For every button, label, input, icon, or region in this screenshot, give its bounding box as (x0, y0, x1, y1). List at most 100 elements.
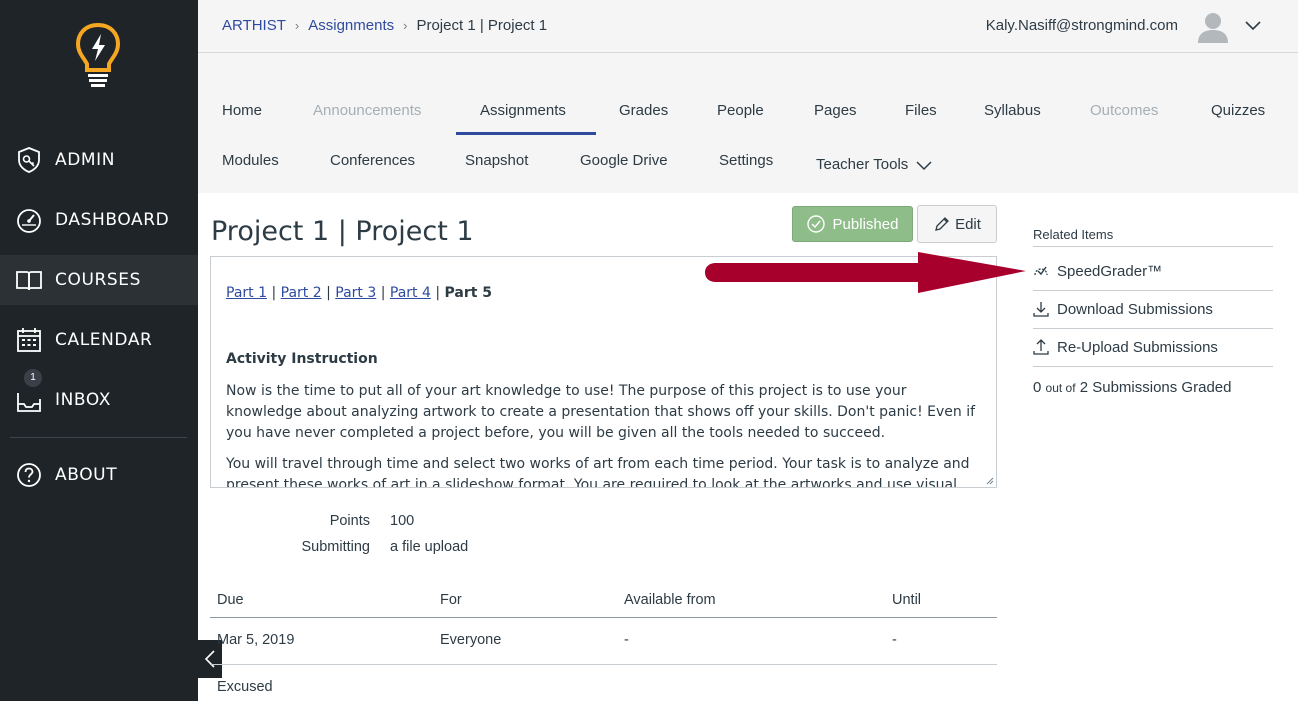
submitting-label: Submitting (301, 539, 370, 555)
tab-teacher-tools[interactable]: Teacher Tools (816, 156, 932, 173)
part-link-3[interactable]: Part 3 (335, 285, 376, 301)
tab-people[interactable]: People (717, 102, 764, 119)
user-avatar-icon[interactable] (1196, 9, 1230, 43)
speedgrader-icon (1034, 266, 1048, 276)
points-value: 100 (390, 513, 415, 529)
graded-summary: 0 out of 2 Submissions Graded (1033, 379, 1231, 396)
check-circle-icon (806, 215, 825, 233)
excused-cell: Excused (217, 679, 273, 695)
nav-item-admin[interactable]: ADMIN (0, 135, 198, 185)
dates-header-until: Until (892, 592, 922, 608)
pencil-icon (935, 217, 949, 231)
active-tab-indicator (456, 132, 596, 135)
tab-outcomes[interactable]: Outcomes (1090, 102, 1158, 119)
nav-label-dashboard: DASHBOARD (55, 210, 170, 230)
course-nav: Home Announcements Assignments Grades Pe… (198, 53, 1298, 193)
lightbulb-logo-icon[interactable] (74, 22, 122, 92)
nav-divider (10, 437, 187, 438)
tab-announcements[interactable]: Announcements (313, 102, 421, 119)
calendar-icon (17, 328, 41, 352)
separator: | (326, 285, 331, 301)
tab-quizzes[interactable]: Quizzes (1211, 102, 1265, 119)
inbox-icon (17, 393, 41, 412)
breadcrumb-chevron-icon: › (403, 18, 408, 33)
page-title: Project 1 | Project 1 (211, 216, 474, 247)
user-email[interactable]: Kaly.Nasiff@strongmind.com (986, 17, 1178, 34)
points-label: Points (329, 513, 370, 529)
nav-item-inbox[interactable]: 1 INBOX (0, 369, 198, 425)
tab-assignments[interactable]: Assignments (480, 102, 566, 119)
table-divider (210, 664, 997, 665)
nav-item-courses[interactable]: COURSES (0, 255, 198, 305)
breadcrumb-assignments-link[interactable]: Assignments (308, 17, 394, 34)
available-from-cell: - (624, 632, 629, 648)
tab-syllabus[interactable]: Syllabus (984, 102, 1041, 119)
nav-item-calendar[interactable]: CALENDAR (0, 315, 198, 365)
assignment-description[interactable]: Part 1 | Part 2 | Part 3 | Part 4 | Part… (210, 256, 997, 488)
nav-item-about[interactable]: ABOUT (0, 450, 198, 500)
activity-heading: Activity Instruction (226, 351, 378, 367)
separator: | (380, 285, 386, 301)
until-cell: - (892, 632, 897, 648)
related-items-title: Related Items (1033, 227, 1114, 242)
top-header: ARTHIST › Assignments › Project 1 | Proj… (198, 0, 1298, 53)
graded-count: 0 (1033, 379, 1042, 396)
book-icon (16, 271, 42, 291)
related-divider (1033, 366, 1273, 367)
speedometer-icon (17, 209, 41, 233)
download-submissions-label: Download Submissions (1057, 300, 1213, 318)
tab-files[interactable]: Files (905, 102, 937, 119)
edit-button[interactable]: Edit (917, 205, 997, 243)
part-link-4[interactable]: Part 4 (390, 285, 431, 301)
graded-suffix: Submissions Graded (1092, 379, 1232, 396)
tab-settings[interactable]: Settings (719, 152, 773, 169)
tab-home[interactable]: Home (222, 102, 262, 119)
resize-handle-icon[interactable] (986, 477, 994, 485)
submitting-value: a file upload (390, 539, 469, 555)
nav-label-admin: ADMIN (55, 150, 116, 170)
tab-snapshot[interactable]: Snapshot (465, 152, 528, 169)
tab-modules[interactable]: Modules (222, 152, 279, 169)
speedgrader-link[interactable]: SpeedGrader™ (1033, 252, 1273, 290)
tab-google-drive[interactable]: Google Drive (580, 152, 668, 169)
download-icon (1033, 302, 1049, 317)
tab-conferences[interactable]: Conferences (330, 152, 415, 169)
upload-icon (1033, 339, 1049, 355)
speedgrader-label: SpeedGrader™ (1057, 262, 1163, 280)
related-divider (1033, 246, 1273, 247)
chevron-down-icon[interactable] (1244, 18, 1262, 32)
chevron-down-icon (916, 161, 932, 171)
reupload-submissions-label: Re-Upload Submissions (1057, 338, 1218, 356)
part-link-1[interactable]: Part 1 (226, 285, 267, 301)
breadcrumb-chevron-icon: › (294, 18, 300, 33)
tab-teacher-tools-label: Teacher Tools (816, 156, 909, 173)
shield-key-icon (18, 147, 40, 173)
global-nav: ADMIN DASHBOARD COURSES CALENDAR 1 INBOX… (0, 0, 198, 701)
breadcrumb: ARTHIST › Assignments › Project 1 | Proj… (222, 17, 547, 34)
nav-label-inbox: INBOX (55, 390, 112, 410)
chevron-left-icon (204, 650, 215, 668)
dates-header-for: For (440, 592, 462, 608)
breadcrumb-course-link[interactable]: ARTHIST (222, 17, 286, 34)
edit-label: Edit (955, 215, 981, 233)
table-divider (210, 617, 997, 618)
due-date-cell: Mar 5, 2019 (217, 632, 295, 648)
part-current: Part 5 (444, 285, 493, 301)
for-cell: Everyone (440, 632, 502, 648)
graded-out-of: out of (1045, 381, 1076, 395)
part-link-2[interactable]: Part 2 (281, 285, 322, 301)
tab-grades[interactable]: Grades (619, 102, 668, 119)
separator: | (435, 285, 441, 301)
reupload-submissions-link[interactable]: Re-Upload Submissions (1033, 328, 1273, 366)
nav-label-about: ABOUT (55, 465, 118, 485)
nav-item-dashboard[interactable]: DASHBOARD (0, 195, 198, 245)
part-links: Part 1 | Part 2 | Part 3 | Part 4 | Part… (226, 285, 981, 301)
published-label: Published (832, 215, 899, 233)
dates-header-due: Due (217, 592, 244, 608)
nav-label-calendar: CALENDAR (55, 330, 153, 350)
help-icon (17, 463, 41, 487)
download-submissions-link[interactable]: Download Submissions (1033, 290, 1273, 328)
published-button[interactable]: Published (792, 206, 913, 242)
graded-total: 2 (1079, 379, 1089, 396)
tab-pages[interactable]: Pages (814, 102, 857, 119)
